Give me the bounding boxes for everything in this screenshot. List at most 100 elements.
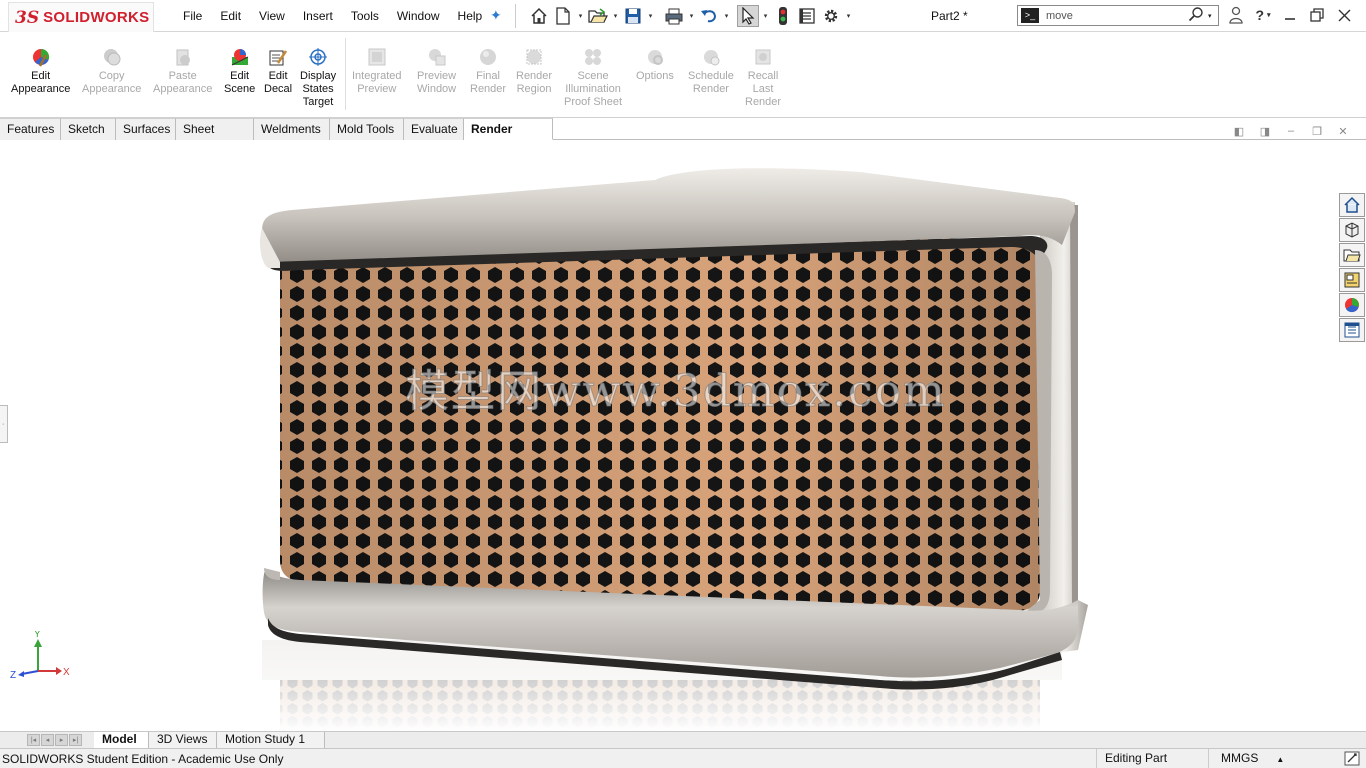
editing-mode-text: Editing Part xyxy=(1096,749,1167,768)
render-region-label-2: Region xyxy=(516,83,552,95)
viewport-minimize-icon[interactable]: – xyxy=(1284,124,1298,138)
tab-sheet-metal[interactable]: Sheet Metal xyxy=(176,118,254,157)
chevron-down-icon[interactable]: ▾ xyxy=(722,12,731,20)
final-render-label-2: Render xyxy=(470,83,507,95)
home-icon[interactable] xyxy=(528,5,550,27)
chevron-down-icon[interactable]: ▾ xyxy=(1208,12,1212,20)
tab-render-tools[interactable]: Render Tools xyxy=(464,118,553,157)
edit-scene-icon xyxy=(231,49,248,66)
edit-decal-button[interactable]: Edit Decal xyxy=(264,47,292,96)
schedule-render-button[interactable]: Schedule Render xyxy=(688,47,734,96)
file-explorer-icon[interactable] xyxy=(1339,243,1365,267)
tab-motion-study-1[interactable]: Motion Study 1 xyxy=(217,732,325,748)
next-tab-icon[interactable]: ▸ xyxy=(55,734,68,746)
divider xyxy=(515,4,516,28)
display-states-target-button[interactable]: Display States Target xyxy=(300,47,336,109)
paste-appearance-button[interactable]: Paste Appearance xyxy=(153,47,212,96)
chevron-down-icon[interactable]: ▾ xyxy=(611,12,620,20)
recall-last-render-button[interactable]: Recall Last Render xyxy=(745,47,781,109)
user-icon[interactable] xyxy=(1226,4,1246,26)
menu-tools[interactable]: Tools xyxy=(342,8,388,24)
triad-x-label: X xyxy=(63,667,70,678)
menu-view[interactable]: View xyxy=(250,8,294,24)
chevron-down-icon[interactable]: ▾ xyxy=(761,12,770,20)
solidworks-logo[interactable]: 3S SOLIDWORKS xyxy=(8,2,154,32)
chevron-down-icon[interactable]: ▾ xyxy=(646,12,655,20)
command-manager-tabs: Features Sketch Surfaces Sheet Metal Wel… xyxy=(0,118,1366,157)
final-render-button[interactable]: Final Render xyxy=(470,47,506,96)
chevron-down-icon[interactable]: ▾ xyxy=(576,12,585,20)
recall-last-render-label-1: Recall xyxy=(747,70,779,82)
viewport-restore-icon[interactable]: ❐ xyxy=(1310,124,1324,138)
task-pane xyxy=(1339,193,1366,342)
display-states-target-label-1: Display xyxy=(300,70,337,82)
tab-evaluate[interactable]: Evaluate xyxy=(404,118,464,140)
view-palette-icon[interactable] xyxy=(1339,268,1365,292)
search-icon[interactable] xyxy=(1188,6,1204,25)
tab-model[interactable]: Model xyxy=(94,732,149,748)
tab-mold-tools[interactable]: Mold Tools xyxy=(330,118,404,140)
render-region-button[interactable]: Render Region xyxy=(516,47,552,96)
pin-menu-icon[interactable]: ✦ xyxy=(490,7,502,24)
print-icon[interactable] xyxy=(663,5,685,27)
scene-illumination-icon xyxy=(585,49,602,65)
design-library-icon[interactable] xyxy=(1339,218,1365,242)
chevron-down-icon[interactable]: ▾ xyxy=(687,12,696,20)
viewport-close-icon[interactable]: ✕ xyxy=(1336,124,1350,138)
tab-features[interactable]: Features xyxy=(0,118,61,140)
options-icon[interactable] xyxy=(820,5,842,27)
edit-appearance-label-1: Edit xyxy=(31,70,51,82)
copy-appearance-button[interactable]: Copy Appearance xyxy=(82,47,141,96)
search-box[interactable]: >_ ▾ xyxy=(1017,5,1219,26)
menu-insert[interactable]: Insert xyxy=(294,8,342,24)
select-icon[interactable] xyxy=(737,5,759,27)
prev-tab-icon[interactable]: ◂ xyxy=(41,734,54,746)
integrated-preview-button[interactable]: Integrated Preview xyxy=(352,47,402,96)
minimize-icon[interactable] xyxy=(1280,4,1300,26)
customize-status-icon[interactable] xyxy=(1344,751,1360,768)
edit-appearance-button[interactable]: Edit Appearance xyxy=(11,47,70,96)
unit-system-selector[interactable]: MMGS ▲ xyxy=(1208,749,1318,768)
document-title: Part2 * xyxy=(931,9,968,23)
search-input[interactable] xyxy=(1046,9,1186,22)
logo-text: SOLIDWORKS xyxy=(43,9,150,26)
restore-icon[interactable] xyxy=(1307,4,1327,26)
tab-sketch[interactable]: Sketch xyxy=(61,118,116,140)
open-icon[interactable] xyxy=(587,5,609,27)
appearances-scenes-icon[interactable] xyxy=(1339,293,1365,317)
help-icon[interactable]: ? ▾ xyxy=(1253,4,1273,26)
menu-file[interactable]: File xyxy=(174,8,211,24)
divider xyxy=(345,38,346,110)
tab-surfaces[interactable]: Surfaces xyxy=(116,118,176,140)
feature-manager-expand-handle[interactable]: ◦ xyxy=(0,405,8,443)
file-properties-icon[interactable] xyxy=(796,5,818,27)
preview-window-button[interactable]: Preview Window xyxy=(417,47,456,96)
graphics-area[interactable]: 模型网www.3dmox.com Y X Z xyxy=(0,141,1366,731)
collapse-left-icon[interactable]: ◧ xyxy=(1232,124,1246,138)
solidworks-resources-icon[interactable] xyxy=(1339,193,1365,217)
menu-help[interactable]: Help xyxy=(449,8,492,24)
tab-3d-views[interactable]: 3D Views xyxy=(149,732,217,748)
recall-last-render-label-2: Last xyxy=(752,83,774,95)
scene-illumination-proof-sheet-button[interactable]: Scene Illumination Proof Sheet xyxy=(564,47,622,109)
rebuild-icon[interactable] xyxy=(772,5,794,27)
new-document-icon[interactable] xyxy=(552,5,574,27)
chevron-down-icon[interactable]: ▾ xyxy=(844,12,853,20)
paste-appearance-label-2: Appearance xyxy=(153,83,213,95)
undo-icon[interactable] xyxy=(698,5,720,27)
render-options-button[interactable]: Options xyxy=(636,47,674,83)
last-tab-icon[interactable]: ▸| xyxy=(69,734,82,746)
tab-scroll-controls: |◂ ◂ ▸ ▸| xyxy=(27,734,82,746)
close-icon[interactable] xyxy=(1334,4,1354,26)
collapse-right-icon[interactable]: ◨ xyxy=(1258,124,1272,138)
edit-scene-button[interactable]: Edit Scene xyxy=(224,47,255,96)
save-icon[interactable] xyxy=(622,5,644,27)
first-tab-icon[interactable]: |◂ xyxy=(27,734,40,746)
custom-properties-icon[interactable] xyxy=(1339,318,1365,342)
tab-weldments[interactable]: Weldments xyxy=(254,118,330,140)
menu-window[interactable]: Window xyxy=(388,8,449,24)
paste-appearance-label-1: Paste xyxy=(168,70,197,82)
copy-appearance-label-2: Appearance xyxy=(82,83,142,95)
menu-edit[interactable]: Edit xyxy=(211,8,250,24)
final-render-icon xyxy=(480,49,497,65)
